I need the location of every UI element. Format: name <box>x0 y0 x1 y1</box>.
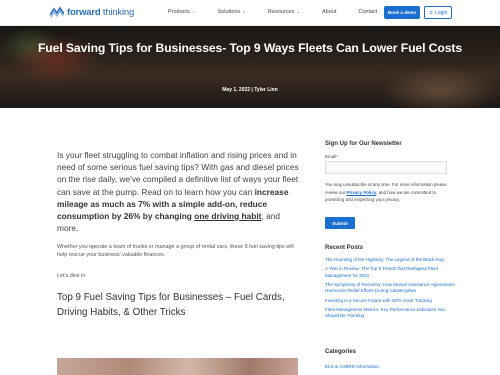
top-navigation: forward thinking Products ⌄ Solutions ⌄ Re… <box>0 0 500 26</box>
section-heading: Top 9 Fuel Saving Tips for Businesses – … <box>57 292 285 318</box>
page-title: Fuel Saving Tips for Businesses- Top 9 W… <box>37 41 463 55</box>
recent-posts-list: The Haunting of the Highway: The Legend … <box>325 257 455 323</box>
main-menu: Products ⌄ Solutions ⌄ Resources ⌄ About Co… <box>168 9 399 15</box>
logo-text: forward thinking <box>67 6 135 18</box>
email-label: Email* <box>325 154 339 159</box>
hero-banner: Fuel Saving Tips for Businesses- Top 9 W… <box>0 26 500 108</box>
privacy-note: You may unsubscribe at any time. For mor… <box>325 182 447 203</box>
logo-wave-icon <box>50 6 64 18</box>
chevron-down-icon: ⌄ <box>242 9 246 14</box>
article-intro: Is your fleet struggling to combat infla… <box>57 150 299 234</box>
category-link[interactable]: ELD & AOBRD Information <box>325 364 379 369</box>
recent-post-link[interactable]: The Symphony of Recovery: How Mutual Ass… <box>325 282 455 294</box>
recent-post-link[interactable]: A Year in Review: The Top 5 Trends that … <box>325 266 455 278</box>
article-paragraph: Let's dive in. <box>57 273 87 279</box>
company-logo[interactable]: forward thinking <box>50 6 134 18</box>
chevron-down-icon: ⌄ <box>296 9 300 14</box>
menu-item-about[interactable]: About <box>322 9 336 15</box>
submit-button[interactable]: Submit <box>325 217 355 229</box>
recent-posts-title: Recent Posts <box>325 245 364 251</box>
book-demo-button[interactable]: Book a demo <box>384 6 420 19</box>
recent-post-link[interactable]: The Haunting of the Highway: The Legend … <box>325 257 455 263</box>
menu-item-contact[interactable]: Contact <box>358 9 377 15</box>
recent-post-link[interactable]: Investing in a Secure Future with GPS As… <box>325 298 455 304</box>
recent-post-link[interactable]: Fleet Management Metrics: Key Performanc… <box>325 307 455 319</box>
post-meta: May 1, 2022 | Tyler Linn <box>222 87 278 93</box>
newsletter-title: Sign Up for Our Newsletter <box>325 141 402 147</box>
email-field[interactable] <box>325 161 447 174</box>
article-image <box>57 358 298 375</box>
menu-item-resources[interactable]: Resources ⌄ <box>268 9 300 15</box>
intro-link[interactable]: one driving habit <box>194 211 261 221</box>
login-button[interactable]: ➲ Login <box>424 6 452 19</box>
article-paragraph: Whether you operate a team of trucks or … <box>57 244 294 258</box>
menu-item-products[interactable]: Products ⌄ <box>168 9 196 15</box>
categories-title: Categories <box>325 349 357 355</box>
chevron-down-icon: ⌄ <box>191 9 196 14</box>
privacy-policy-link[interactable]: Privacy Policy <box>346 190 376 195</box>
login-icon: ➲ <box>428 9 433 16</box>
menu-item-solutions[interactable]: Solutions ⌄ <box>218 9 246 15</box>
